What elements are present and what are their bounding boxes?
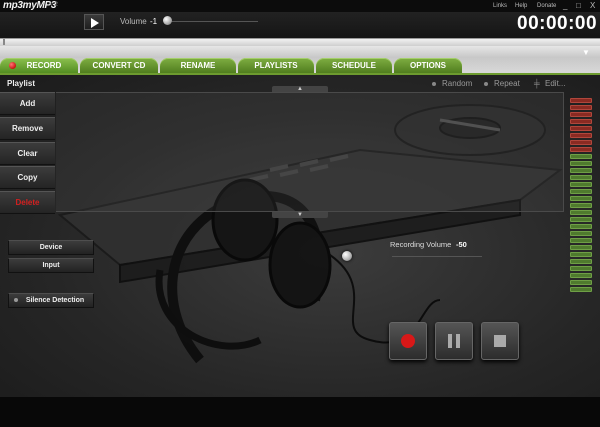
- vu-segment: [570, 217, 592, 222]
- random-option[interactable]: Random: [442, 79, 472, 88]
- record-icon: [401, 334, 415, 348]
- vu-segment: [570, 259, 592, 264]
- vu-segment: [570, 210, 592, 215]
- playlist-scroll-down[interactable]: ▼: [272, 212, 328, 218]
- clear-button[interactable]: Clear: [0, 142, 55, 165]
- vu-segment: [570, 140, 592, 145]
- vu-segment: [570, 154, 592, 159]
- tab-label: RECORD: [26, 61, 62, 70]
- vu-segment: [570, 231, 592, 236]
- recording-volume-value: -50: [456, 240, 467, 249]
- record-dot-icon: [9, 62, 16, 69]
- chevron-down-icon[interactable]: ▼: [582, 48, 590, 57]
- vu-segment: [570, 224, 592, 229]
- vu-segment: [570, 189, 592, 194]
- repeat-option[interactable]: Repeat: [494, 79, 520, 88]
- chevron-down-icon: ▼: [297, 212, 303, 218]
- add-button[interactable]: Add: [0, 92, 55, 115]
- chevron-up-icon: ▲: [297, 86, 303, 92]
- playlist-area[interactable]: [56, 92, 564, 212]
- vu-segment: [570, 112, 592, 117]
- vu-segment: [570, 182, 592, 187]
- volume-slider-knob[interactable]: [163, 16, 172, 25]
- vu-segment: [570, 238, 592, 243]
- vu-segment: [570, 203, 592, 208]
- time-display: 00:00:00: [517, 13, 598, 34]
- tab-label: OPTIONS: [409, 61, 446, 70]
- copy-button[interactable]: Copy: [0, 166, 55, 189]
- tab-underline: [0, 73, 600, 75]
- silence-detection-button[interactable]: Silence Detection: [8, 293, 94, 308]
- volume-label: Volume: [120, 17, 147, 26]
- vu-segment: [570, 98, 592, 103]
- vu-segment: [570, 119, 592, 124]
- tab-label: CONVERT CD: [92, 61, 146, 70]
- random-radio-icon[interactable]: [432, 82, 436, 86]
- tab-playlists[interactable]: PLAYLISTS: [238, 58, 314, 74]
- minimize-button[interactable]: _: [563, 0, 567, 11]
- playlist-title: Playlist: [7, 79, 36, 88]
- volume-value: -1: [150, 17, 158, 26]
- play-button[interactable]: [84, 14, 104, 30]
- vu-meter: [570, 98, 592, 296]
- play-icon: [91, 18, 99, 28]
- vu-segment: [570, 266, 592, 271]
- tab-label: SCHEDULE: [331, 61, 376, 70]
- tab-schedule[interactable]: SCHEDULE: [316, 58, 392, 74]
- app-version: v 2: [50, 2, 59, 8]
- device-button[interactable]: Device: [8, 240, 94, 255]
- tab-label: RENAME: [180, 61, 216, 70]
- tab-label: PLAYLISTS: [254, 61, 298, 70]
- stop-button[interactable]: [481, 322, 519, 360]
- donate-link[interactable]: Donate: [537, 1, 556, 11]
- recording-volume-track[interactable]: [392, 256, 482, 257]
- vu-segment: [570, 161, 592, 166]
- vu-segment: [570, 196, 592, 201]
- vu-segment: [570, 126, 592, 131]
- position-handle[interactable]: [3, 39, 5, 45]
- pause-icon: [448, 334, 460, 348]
- tab-rename[interactable]: RENAME: [160, 58, 236, 74]
- app-logo: mp3myMP3: [3, 0, 57, 11]
- tab-convert-cd[interactable]: CONVERT CD: [80, 58, 158, 74]
- silence-detection-indicator-icon: [14, 298, 18, 302]
- stop-icon: [494, 335, 506, 347]
- remove-button[interactable]: Remove: [0, 117, 55, 140]
- edit-option[interactable]: Edit...: [545, 79, 565, 88]
- vu-segment: [570, 280, 592, 285]
- links-link[interactable]: Links: [493, 1, 507, 11]
- input-button[interactable]: Input: [8, 258, 94, 273]
- repeat-radio-icon[interactable]: [484, 82, 488, 86]
- vu-segment: [570, 105, 592, 110]
- edit-icon[interactable]: ╪: [534, 79, 540, 88]
- tab-options[interactable]: OPTIONS: [394, 58, 462, 74]
- vu-segment: [570, 133, 592, 138]
- delete-button[interactable]: Delete: [0, 191, 55, 214]
- vu-segment: [570, 175, 592, 180]
- pause-button[interactable]: [435, 322, 473, 360]
- vu-segment: [570, 287, 592, 292]
- recording-volume-knob[interactable]: [342, 251, 352, 261]
- vu-segment: [570, 147, 592, 152]
- vu-segment: [570, 168, 592, 173]
- vu-segment: [570, 245, 592, 250]
- volume-slider-track[interactable]: [166, 21, 258, 22]
- record-button[interactable]: [389, 322, 427, 360]
- vu-segment: [570, 252, 592, 257]
- recording-volume-label: Recording Volume: [390, 240, 452, 249]
- help-link[interactable]: Help: [515, 1, 527, 11]
- footer-bar: [0, 397, 600, 427]
- close-button[interactable]: X: [590, 0, 595, 11]
- maximize-button[interactable]: □: [576, 0, 581, 11]
- vu-segment: [570, 273, 592, 278]
- playlist-scroll-up[interactable]: ▲: [272, 86, 328, 92]
